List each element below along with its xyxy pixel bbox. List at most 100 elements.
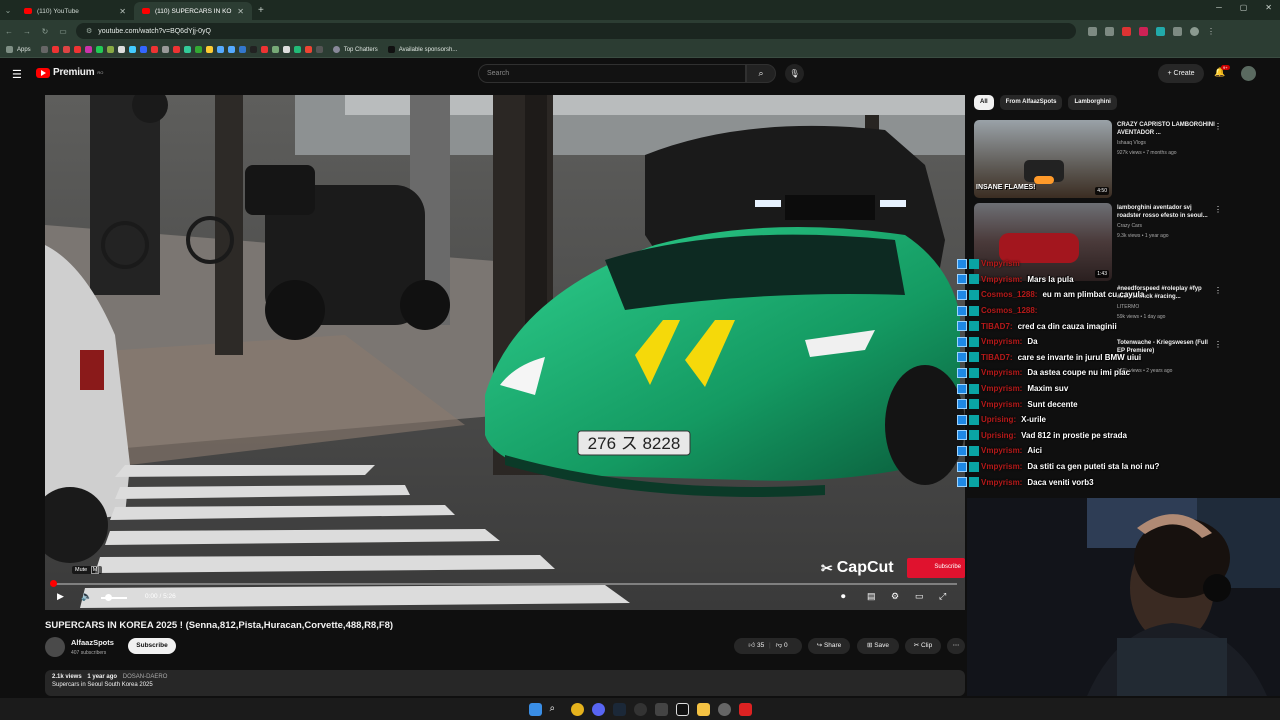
video-thumbnail[interactable]: INSANE FLAMES! 4:50 bbox=[974, 120, 1112, 198]
chip-from-channel[interactable]: From AlfaazSpots bbox=[999, 95, 1063, 110]
bookmark-icon[interactable] bbox=[238, 46, 246, 53]
bookmark-icon[interactable] bbox=[95, 46, 103, 53]
terminal-icon[interactable] bbox=[654, 702, 668, 716]
bookmark-icon[interactable] bbox=[183, 46, 191, 53]
discord-icon[interactable] bbox=[591, 702, 605, 716]
bookmark-icon[interactable] bbox=[282, 46, 290, 53]
app-red-icon[interactable] bbox=[738, 702, 752, 716]
url-field[interactable]: ⚙ youtube.com/watch?v=BQ6dYjj-0yQ bbox=[76, 23, 1076, 39]
bookmark-icon[interactable] bbox=[40, 46, 48, 53]
minimize-icon[interactable]: ─ bbox=[1216, 3, 1222, 12]
close-tab-icon[interactable]: ✕ bbox=[119, 7, 126, 16]
obs-icon[interactable] bbox=[633, 702, 647, 716]
close-window-icon[interactable]: ✕ bbox=[1265, 3, 1272, 12]
bookmark-icon[interactable] bbox=[293, 46, 301, 53]
like-button[interactable]: 👍︎ 35 bbox=[748, 642, 764, 649]
bookmark-icon[interactable] bbox=[315, 46, 323, 53]
browser-tab-supercars[interactable]: (110) SUPERCARS IN KOREA 2025 ✕ bbox=[134, 2, 252, 20]
more-options-icon[interactable]: ⋮ bbox=[1214, 122, 1222, 131]
clip-button[interactable]: ✂ Clip bbox=[905, 638, 941, 654]
save-button[interactable]: ⊞ Save bbox=[857, 638, 899, 654]
channel-avatar[interactable] bbox=[45, 637, 65, 657]
chip-lamborghini[interactable]: Lamborghini bbox=[1068, 95, 1117, 110]
bookmark-top-chatters[interactable]: Top Chatters bbox=[344, 47, 378, 53]
bookmark-icon[interactable] bbox=[117, 46, 125, 53]
extension-teal-icon[interactable] bbox=[1156, 26, 1165, 36]
voice-search-button[interactable]: 🎙 bbox=[785, 64, 804, 83]
bookmark-icon[interactable] bbox=[205, 46, 213, 53]
site-info-icon[interactable]: ⚙ bbox=[86, 27, 92, 35]
video-title[interactable]: CRAZY CAPRISTO LAMBORGHINI AVENTADOR ... bbox=[1117, 121, 1217, 137]
bookmark-icon[interactable] bbox=[106, 46, 114, 53]
progress-bar[interactable] bbox=[53, 583, 957, 585]
bookmark-icon[interactable] bbox=[249, 46, 257, 53]
bookmark-icon[interactable] bbox=[271, 46, 279, 53]
fullscreen-icon[interactable]: ⤢ bbox=[939, 591, 946, 602]
settings-taskbar-icon[interactable] bbox=[717, 702, 731, 716]
autoplay-toggle-icon[interactable]: ⏺ bbox=[841, 591, 846, 602]
capcut-taskbar-icon[interactable] bbox=[675, 702, 689, 716]
bookmark-icon[interactable] bbox=[73, 46, 81, 53]
bookmark-icon[interactable] bbox=[216, 46, 224, 53]
close-tab-icon[interactable]: ✕ bbox=[237, 7, 244, 16]
bookmark-icon[interactable] bbox=[194, 46, 202, 53]
browser-tab-youtube[interactable]: (110) YouTube ✕ bbox=[16, 2, 134, 20]
menu-dots-icon[interactable]: ⋮ bbox=[1207, 27, 1215, 36]
more-options-icon[interactable]: ⋮ bbox=[1214, 205, 1222, 214]
profile-icon[interactable] bbox=[1190, 26, 1199, 36]
dislike-button[interactable]: 👎︎ 0 bbox=[776, 642, 788, 649]
bookmark-icon[interactable] bbox=[139, 46, 147, 53]
tab-search-icon[interactable]: ⌄ bbox=[0, 6, 16, 15]
bookmark-icon[interactable] bbox=[260, 46, 268, 53]
bookmark-icon[interactable] bbox=[150, 46, 158, 53]
forward-icon[interactable]: → bbox=[18, 27, 36, 36]
maximize-icon[interactable]: ▢ bbox=[1240, 3, 1248, 12]
theater-mode-icon[interactable]: ▭ bbox=[915, 591, 924, 602]
new-tab-button[interactable]: + bbox=[252, 5, 270, 16]
share-button[interactable]: ↪ Share bbox=[808, 638, 850, 654]
create-button[interactable]: + Create bbox=[1158, 64, 1204, 83]
install-icon[interactable] bbox=[1088, 26, 1097, 36]
chip-all[interactable]: All bbox=[974, 95, 994, 110]
more-actions-button[interactable]: ⋯ bbox=[947, 638, 965, 654]
search-button[interactable]: ⌕ bbox=[746, 64, 776, 83]
channel-name[interactable]: Crazy Cars bbox=[1117, 223, 1142, 229]
back-icon[interactable]: ← bbox=[0, 27, 18, 36]
settings-gear-icon[interactable]: ⚙ bbox=[891, 591, 899, 602]
puzzle-icon[interactable] bbox=[1173, 26, 1182, 36]
bookmark-icon[interactable] bbox=[304, 46, 312, 53]
subscribe-button[interactable]: Subscribe bbox=[128, 638, 176, 654]
volume-knob[interactable] bbox=[105, 594, 112, 601]
subtitles-icon[interactable]: ▤ bbox=[867, 591, 876, 602]
steam-icon[interactable] bbox=[612, 702, 626, 716]
split-view-icon[interactable]: ▭ bbox=[54, 27, 72, 36]
bookmark-icon[interactable] bbox=[172, 46, 180, 53]
star-icon[interactable] bbox=[1105, 26, 1114, 36]
file-explorer-icon[interactable] bbox=[696, 702, 710, 716]
user-avatar[interactable] bbox=[1241, 66, 1256, 81]
bookmark-icon[interactable] bbox=[161, 46, 169, 53]
hamburger-menu-icon[interactable]: ☰ bbox=[12, 68, 22, 81]
youtube-logo[interactable]: Premium RO bbox=[36, 67, 103, 78]
channel-name[interactable]: Ishaaq Vlogs bbox=[1117, 140, 1146, 146]
video-player[interactable]: 276 ス 8228 ✂ CapCut Subscribe Mute M ▶ 🔈… bbox=[45, 95, 965, 610]
reload-icon[interactable]: ↻ bbox=[36, 27, 54, 36]
bookmark-apps[interactable]: Apps bbox=[17, 47, 31, 53]
search-taskbar-icon[interactable]: ⌕ bbox=[550, 703, 563, 716]
subscribe-overlay[interactable]: Subscribe bbox=[907, 558, 965, 578]
bookmark-icon[interactable] bbox=[128, 46, 136, 53]
bookmark-icon[interactable] bbox=[51, 46, 59, 53]
extension-pink-icon[interactable] bbox=[1139, 26, 1148, 36]
bookmark-sponsorships[interactable]: Available sponsorsh... bbox=[399, 47, 458, 53]
bookmark-icon[interactable] bbox=[62, 46, 70, 53]
progress-scrubber[interactable] bbox=[50, 580, 57, 587]
chrome-icon[interactable] bbox=[570, 702, 584, 716]
recommendation-item[interactable]: INSANE FLAMES! 4:50 CRAZY CAPRISTO LAMBO… bbox=[974, 120, 1224, 198]
video-title[interactable]: lamborghini aventador svj roadster rosso… bbox=[1117, 204, 1217, 220]
channel-name[interactable]: AlfaazSpots bbox=[71, 638, 114, 647]
description-box[interactable]: 2.1k views 1 year ago DOSAN-DAERO Superc… bbox=[45, 670, 965, 696]
extension-red-icon[interactable] bbox=[1122, 26, 1131, 36]
search-input[interactable]: Search bbox=[478, 64, 746, 83]
location-tag[interactable]: DOSAN-DAERO bbox=[123, 674, 168, 680]
bookmark-icon[interactable] bbox=[84, 46, 92, 53]
